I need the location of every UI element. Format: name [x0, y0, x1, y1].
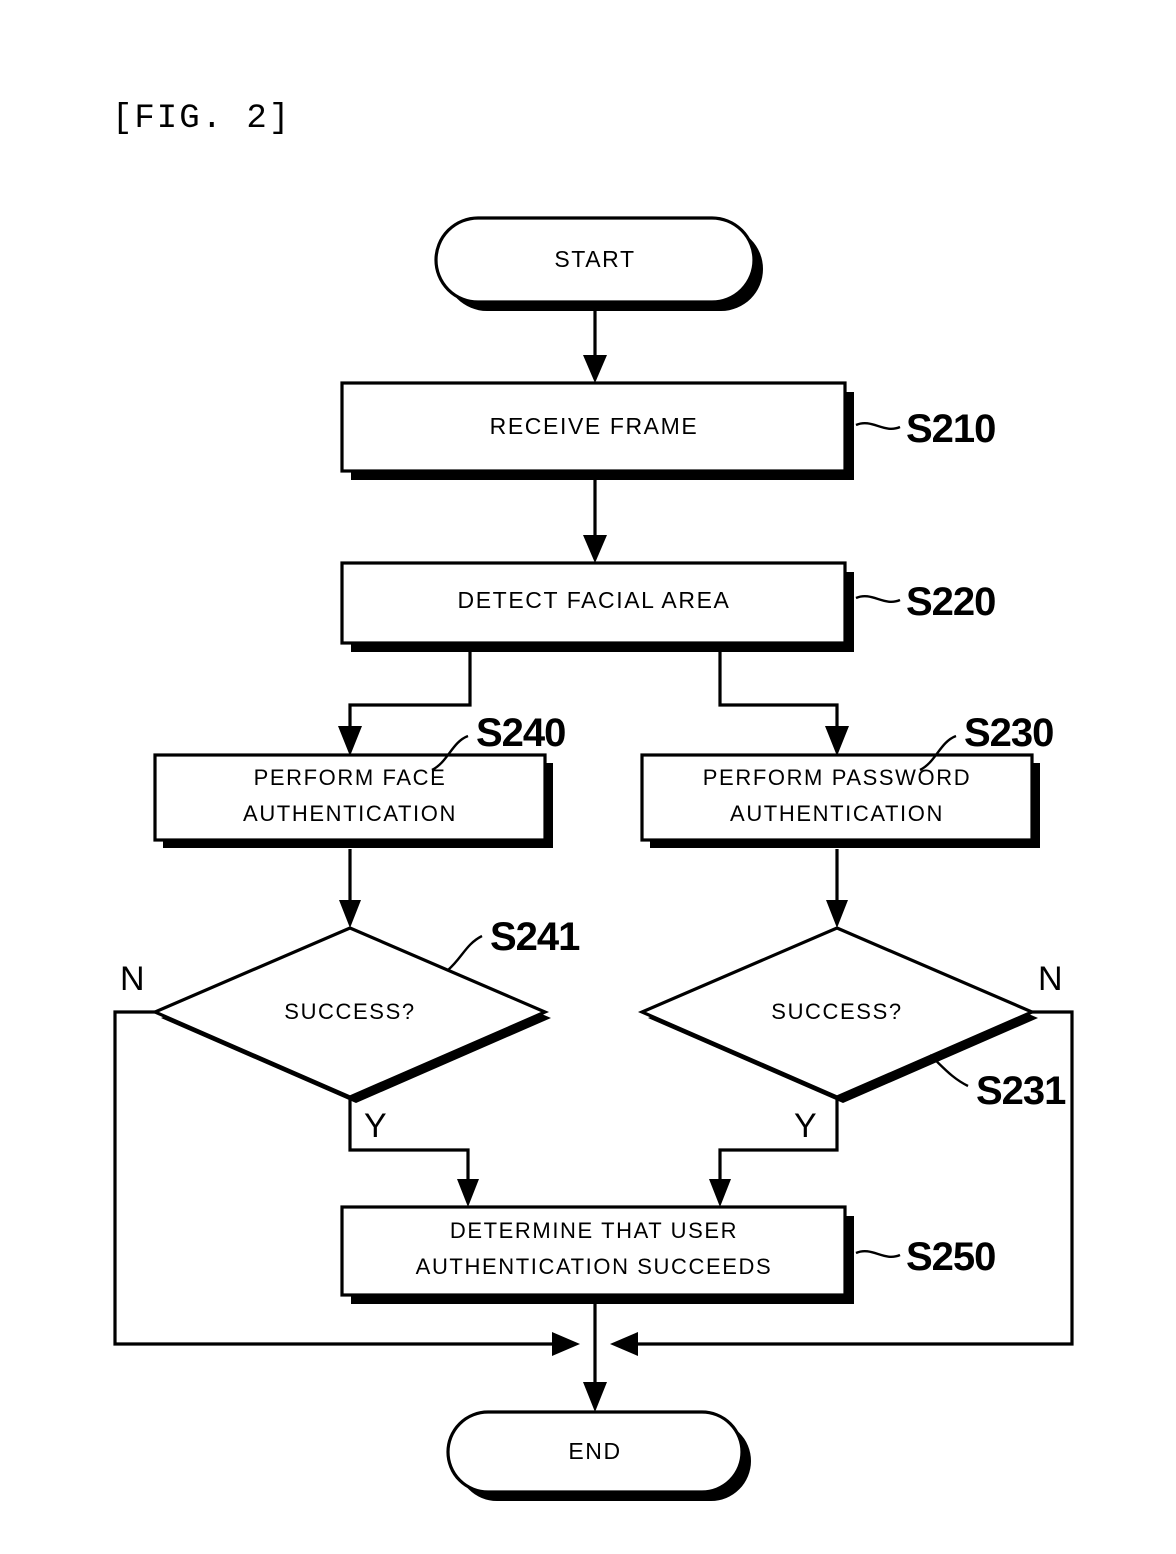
node-end: END [446, 1410, 751, 1501]
edge-label-s241-no: N [120, 960, 145, 998]
ref-leader-s210: S210 [855, 407, 996, 451]
node-start-label: START [554, 246, 635, 272]
node-end-label: END [568, 1438, 621, 1464]
node-s220-label: DETECT FACIAL AREA [458, 587, 731, 613]
figure-root: [FIG. 2] START RECEIVE FRAME S210 DETECT… [0, 0, 1176, 1554]
node-s250-line2: AUTHENTICATION SUCCEEDS [416, 1254, 773, 1279]
edge-s250-to-end [583, 1304, 607, 1412]
node-s240-line2: AUTHENTICATION [243, 801, 457, 826]
ref-leader-s220: S220 [855, 580, 996, 624]
edge-s220-to-s240 [338, 652, 472, 756]
ref-leader-s250: S250 [855, 1235, 996, 1279]
node-s210-label: RECEIVE FRAME [490, 413, 699, 439]
node-s240: PERFORM FACE AUTHENTICATION [153, 753, 553, 848]
ref-label-s231: S231 [976, 1069, 1066, 1113]
ref-label-s240: S240 [476, 711, 565, 755]
edge-start-to-s210 [583, 311, 607, 383]
ref-leader-s231: S231 [929, 1054, 1067, 1113]
node-start: START [434, 216, 763, 311]
ref-leader-s241: S241 [447, 915, 581, 971]
edge-s230-to-s231 [826, 849, 848, 928]
node-s250: DETERMINE THAT USER AUTHENTICATION SUCCE… [340, 1205, 854, 1304]
ref-label-s230: S230 [964, 711, 1053, 755]
ref-label-s220: S220 [906, 580, 995, 624]
node-s230-line2: AUTHENTICATION [730, 801, 944, 826]
flowchart-canvas: START RECEIVE FRAME S210 DETECT FACIAL A… [113, 216, 1074, 1501]
edge-s240-to-s241 [339, 849, 361, 928]
ref-label-s210: S210 [906, 407, 995, 451]
ref-label-s250: S250 [906, 1235, 995, 1279]
edge-label-s231-yes: Y [794, 1107, 817, 1145]
edge-s220-to-s230 [718, 652, 849, 756]
node-s250-line1: DETERMINE THAT USER [450, 1218, 738, 1243]
edge-label-s241-yes: Y [364, 1107, 387, 1145]
node-s231-label: SUCCESS? [771, 999, 902, 1024]
ref-label-s241: S241 [490, 915, 580, 959]
node-s230: PERFORM PASSWORD AUTHENTICATION [640, 753, 1040, 848]
node-s240-line1: PERFORM FACE [254, 765, 447, 790]
node-s241-label: SUCCESS? [284, 999, 415, 1024]
edge-s231-yes-to-s250 [709, 1097, 839, 1207]
node-s210: RECEIVE FRAME [340, 381, 854, 480]
node-s230-line1: PERFORM PASSWORD [703, 765, 971, 790]
edge-s210-to-s220 [583, 480, 607, 563]
node-s220: DETECT FACIAL AREA [340, 561, 854, 652]
edge-label-s231-no: N [1038, 960, 1063, 998]
